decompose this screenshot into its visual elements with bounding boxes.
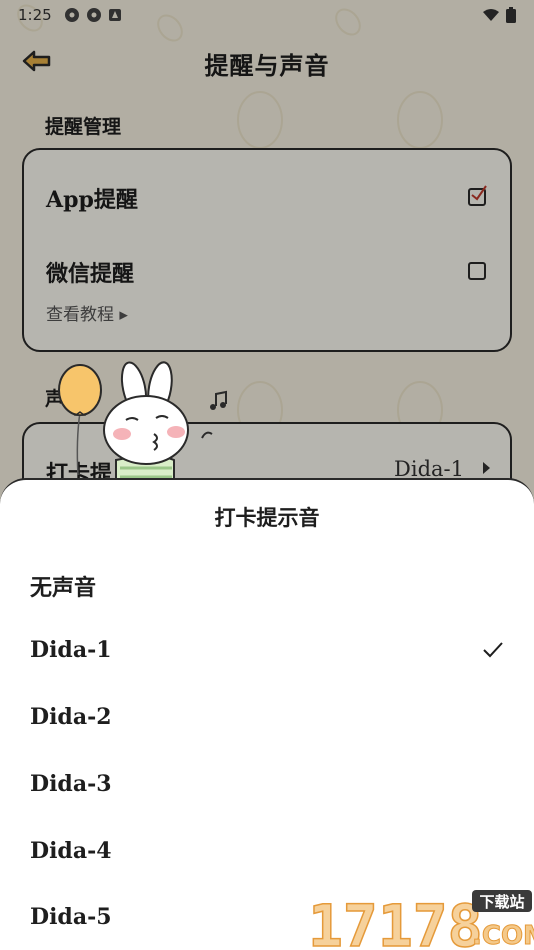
sound-option-label: 无声音 bbox=[30, 575, 97, 601]
sound-option-dida-1[interactable]: Dida-1 bbox=[0, 619, 534, 685]
checkmark-icon bbox=[483, 642, 503, 658]
sound-option-label: Dida-1 bbox=[30, 637, 112, 663]
sound-option-dida-3[interactable]: Dida-3 bbox=[0, 753, 534, 819]
sound-option-label: Dida-5 bbox=[30, 904, 112, 930]
watermark-badge: 下载站 bbox=[479, 893, 524, 911]
site-watermark-logo: 17178 下载站 .COM bbox=[307, 890, 534, 950]
watermark-number: 17178 bbox=[308, 892, 483, 950]
sound-option-label: Dida-4 bbox=[30, 838, 112, 864]
sound-option-label: Dida-3 bbox=[30, 771, 112, 797]
sound-option-label: Dida-2 bbox=[30, 704, 112, 730]
sound-option-dida-2[interactable]: Dida-2 bbox=[0, 686, 534, 752]
sound-option-none[interactable]: 无声音 bbox=[0, 552, 534, 618]
watermark-domain: .COM bbox=[472, 921, 534, 950]
sound-option-dida-4[interactable]: Dida-4 bbox=[0, 820, 534, 886]
balloon-icon bbox=[58, 364, 102, 416]
sound-picker-sheet: 打卡提示音 无声音 Dida-1 Dida-2 Dida-3 Dida-4 Di… bbox=[0, 478, 534, 950]
sheet-title: 打卡提示音 bbox=[214, 505, 320, 530]
